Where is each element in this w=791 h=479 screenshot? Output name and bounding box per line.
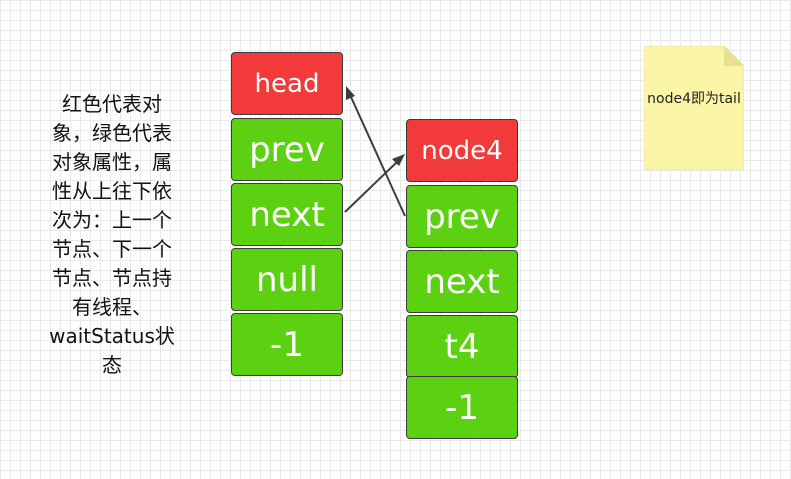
sticky-note: node4即为tail bbox=[644, 46, 744, 170]
diagram-canvas: 红色代表对象，绿色代表对象属性，属性从上往下依次为：上一个节点、下一个节点、节点… bbox=[0, 0, 791, 479]
arrowhead-head bbox=[346, 86, 355, 100]
arrow-head-next-to-node4 bbox=[344, 161, 398, 213]
note-text: node4即为tail bbox=[647, 91, 741, 107]
note-shape bbox=[644, 46, 744, 170]
